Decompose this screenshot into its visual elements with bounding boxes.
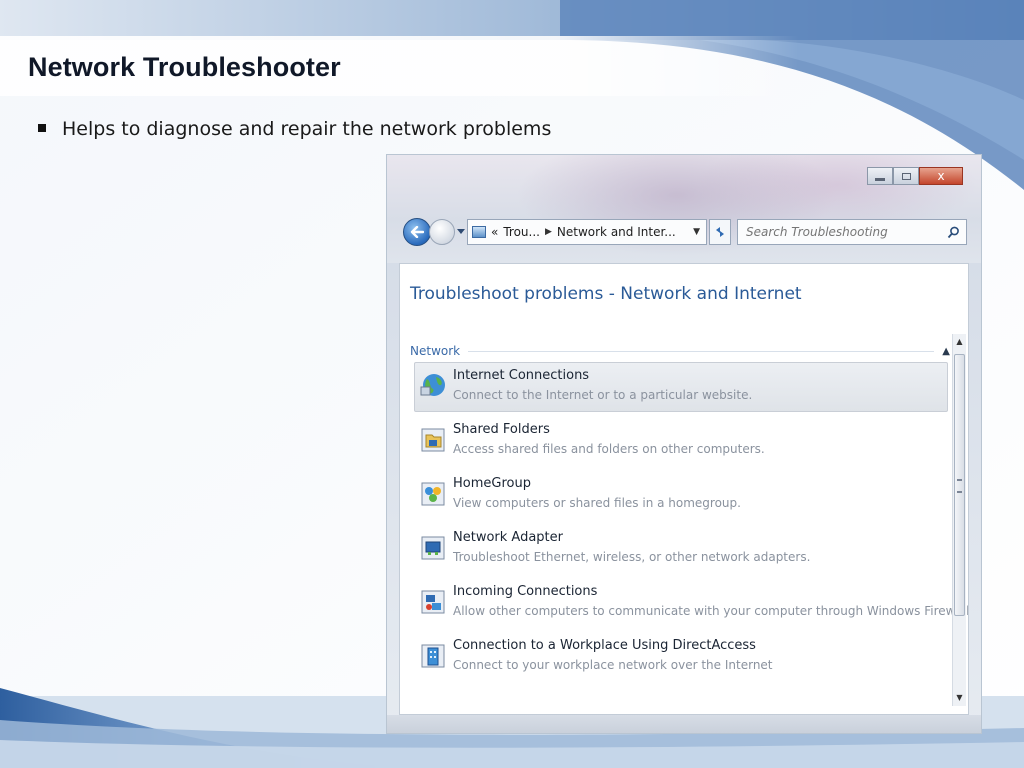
maximize-button[interactable] [893, 167, 919, 185]
maximize-icon [901, 172, 911, 180]
internet-globe-icon [419, 369, 447, 401]
scroll-up-arrow-icon[interactable]: ▲ [953, 334, 966, 350]
bullet-square-icon [38, 124, 46, 132]
recent-pages-dropdown-icon[interactable] [457, 229, 465, 234]
scroll-down-arrow-icon[interactable]: ▼ [953, 690, 966, 706]
item-title: HomeGroup [453, 476, 531, 491]
list-item-homegroup[interactable]: HomeGroup View computers or shared files… [414, 470, 948, 520]
collapse-section-icon[interactable]: ▲ [942, 346, 950, 357]
item-description: Access shared files and folders on other… [453, 442, 765, 456]
item-title: Connection to a Workplace Using DirectAc… [453, 638, 756, 653]
section-header-network[interactable]: Network ▲ [410, 342, 950, 360]
section-divider [468, 350, 935, 352]
minimize-icon [875, 177, 885, 181]
presentation-slide: Network Troubleshooter Helps to diagnose… [0, 0, 1024, 768]
item-description: Allow other computers to communicate wit… [453, 604, 969, 618]
back-arrow-icon [410, 226, 424, 238]
item-title: Network Adapter [453, 530, 563, 545]
scroll-thumb[interactable] [954, 354, 965, 616]
page-title: Troubleshoot problems - Network and Inte… [410, 284, 802, 304]
search-icon[interactable] [947, 226, 960, 239]
item-title: Incoming Connections [453, 584, 598, 599]
item-description: Troubleshoot Ethernet, wireless, or othe… [453, 550, 811, 564]
section-label: Network [410, 344, 461, 358]
list-item-network-adapter[interactable]: Network Adapter Troubleshoot Ethernet, w… [414, 524, 948, 574]
address-bar[interactable]: « Trou... ▶ Network and Inter... ▼ [467, 219, 707, 245]
incoming-connections-icon [419, 585, 447, 617]
content-pane: Troubleshoot problems - Network and Inte… [399, 263, 969, 715]
address-dropdown-icon[interactable]: ▼ [693, 227, 700, 237]
window-bottom-frame [387, 715, 981, 733]
slide-title: Network Troubleshooter [28, 52, 341, 82]
refresh-icon [716, 227, 724, 237]
breadcrumb-separator-icon[interactable]: ▶ [545, 227, 552, 237]
caption-buttons: x [867, 167, 963, 185]
homegroup-icon [419, 477, 447, 509]
list-item-incoming-connections[interactable]: Incoming Connections Allow other compute… [414, 578, 968, 628]
bullet-point: Helps to diagnose and repair the network… [38, 118, 551, 140]
back-button[interactable] [403, 218, 431, 246]
item-description: Connect to your workplace network over t… [453, 658, 773, 672]
search-box[interactable] [737, 219, 967, 245]
network-adapter-icon [419, 531, 447, 563]
scroll-grip-icon [957, 479, 962, 493]
item-title: Internet Connections [453, 368, 590, 383]
control-panel-icon [472, 226, 486, 238]
bullet-text: Helps to diagnose and repair the network… [62, 118, 552, 140]
list-item-shared-folders[interactable]: Shared Folders Access shared files and f… [414, 416, 948, 466]
item-description: Connect to the Internet or to a particul… [453, 388, 753, 402]
search-input[interactable] [744, 224, 938, 240]
vertical-scrollbar[interactable]: ▲ ▼ [952, 334, 966, 706]
close-button[interactable]: x [919, 167, 963, 185]
shared-folder-icon [419, 423, 447, 455]
forward-button[interactable] [429, 219, 455, 245]
close-icon: x [937, 169, 945, 183]
breadcrumb-overflow[interactable]: « [491, 225, 498, 239]
list-item-internet-connections[interactable]: Internet Connections Connect to the Inte… [414, 362, 948, 412]
item-title: Shared Folders [453, 422, 550, 437]
directaccess-building-icon [419, 639, 447, 671]
refresh-button[interactable] [709, 219, 731, 245]
minimize-button[interactable] [867, 167, 893, 185]
breadcrumb-troubleshooting[interactable]: Trou... [503, 225, 540, 239]
breadcrumb-network-and-internet[interactable]: Network and Inter... [557, 225, 676, 239]
troubleshooting-window-screenshot: x « Trou... ▶ Network and Inter... ▼ Sea… [386, 154, 982, 734]
list-item-directaccess[interactable]: Connection to a Workplace Using DirectAc… [414, 632, 948, 682]
item-description: View computers or shared files in a home… [453, 496, 741, 510]
